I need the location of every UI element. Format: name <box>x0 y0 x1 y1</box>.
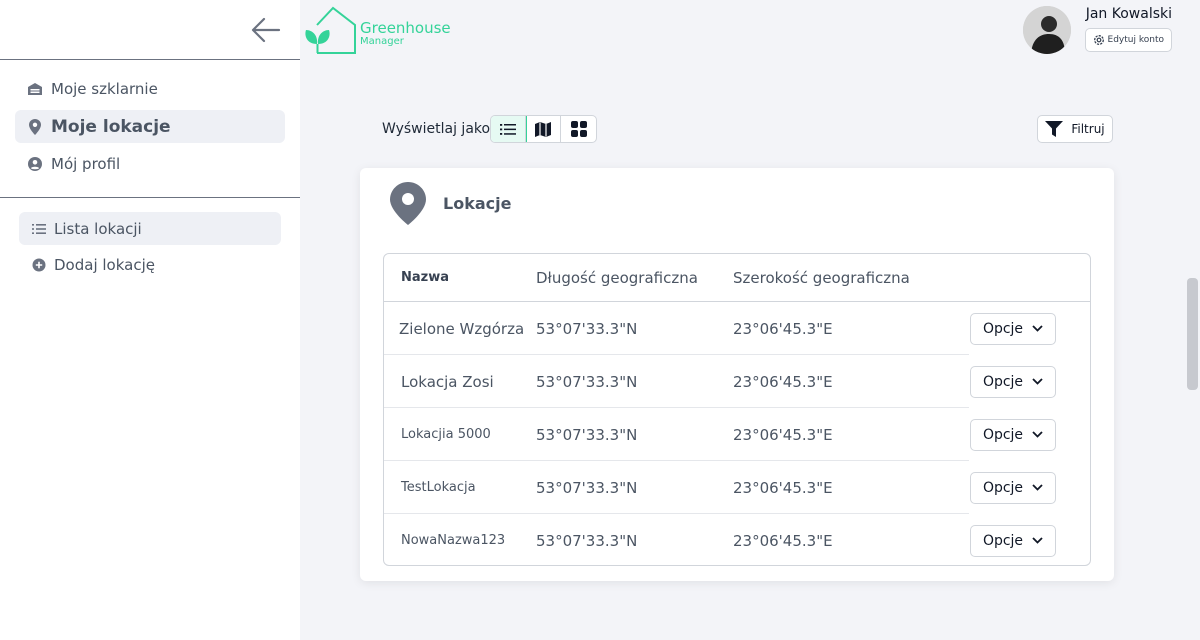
cell-latitude: 23°06'45.3"E <box>733 372 833 391</box>
locations-table: Nazwa Długość geograficzna Szerokość geo… <box>383 253 1091 566</box>
nav-item-label: Moje lokacje <box>51 116 171 137</box>
nav-item-locations[interactable]: Moje lokacje <box>15 110 285 143</box>
cell-name: TestLokacja <box>401 480 476 495</box>
options-dropdown[interactable]: Opcje <box>970 418 1056 451</box>
user-name: Jan Kowalski <box>1085 6 1172 22</box>
list-view-button[interactable] <box>491 116 527 142</box>
sub-nav: Lista lokacji Dodaj lokację <box>0 198 300 281</box>
chevron-down-icon <box>1032 378 1043 385</box>
cell-longitude: 53°07'33.3"N <box>536 372 638 391</box>
table-row: Lokacja Zosi 53°07'33.3"N 23°06'45.3"E O… <box>384 355 1090 408</box>
map-pin-icon <box>390 182 426 225</box>
cell-latitude: 23°06'45.3"E <box>733 531 833 550</box>
sidebar-header <box>0 0 300 60</box>
chevron-down-icon <box>1032 537 1043 544</box>
list-icon <box>500 123 516 135</box>
chevron-down-icon <box>1032 325 1043 332</box>
options-dropdown[interactable]: Opcje <box>970 312 1056 345</box>
options-label: Opcje <box>982 532 1024 549</box>
main-nav: Moje szklarnie Moje lokacje Mój profil <box>0 60 300 198</box>
cell-longitude: 53°07'33.3"N <box>536 425 638 444</box>
options-dropdown[interactable]: Opcje <box>970 471 1056 504</box>
user-panel: Jan Kowalski Edytuj konto <box>1022 6 1172 54</box>
map-icon <box>535 121 551 137</box>
subnav-item-location-list[interactable]: Lista lokacji <box>19 212 281 245</box>
page-scrollbar[interactable] <box>1186 0 1200 640</box>
avatar[interactable] <box>1022 6 1071 54</box>
cell-longitude: 53°07'33.3"N <box>536 319 638 338</box>
edit-account-button[interactable]: Edytuj konto <box>1084 28 1172 52</box>
warehouse-icon <box>27 81 43 97</box>
column-header-latitude: Szerokość geograficzna <box>733 268 910 287</box>
filter-button[interactable]: Filtruj <box>1037 115 1113 143</box>
nav-item-greenhouses[interactable]: Moje szklarnie <box>15 72 285 106</box>
scrollbar-thumb[interactable] <box>1187 278 1198 390</box>
cell-name: Lokacja Zosi <box>401 372 494 391</box>
cell-name: Lokacjia 5000 <box>401 427 491 442</box>
map-pin-icon <box>27 118 43 135</box>
subnav-item-label: Dodaj lokację <box>54 255 155 274</box>
table-row: NowaNazwa123 53°07'33.3"N 23°06'45.3"E O… <box>384 514 1090 565</box>
user-info: Jan Kowalski Edytuj konto <box>1084 6 1172 52</box>
subnav-item-add-location[interactable]: Dodaj lokację <box>19 248 281 281</box>
list-icon <box>31 221 47 237</box>
arrow-left-icon <box>251 17 281 43</box>
options-label: Opcje <box>982 426 1024 443</box>
logo-subtitle: Manager <box>360 36 404 47</box>
user-circle-icon <box>27 156 43 172</box>
map-view-button[interactable] <box>526 116 561 142</box>
edit-account-label: Edytuj konto <box>1107 35 1164 45</box>
card-title: Lokacje <box>443 194 512 213</box>
app-logo[interactable]: Greenhouse Manager <box>303 6 451 54</box>
column-header-name: Nazwa <box>401 270 450 285</box>
table-row: TestLokacja 53°07'33.3"N 23°06'45.3"E Op… <box>384 461 1090 514</box>
plus-circle-icon <box>31 257 47 273</box>
grid-view-button[interactable] <box>561 116 596 142</box>
back-button[interactable] <box>248 12 284 48</box>
filter-icon <box>1045 121 1064 137</box>
options-label: Opcje <box>982 373 1024 390</box>
view-toggle <box>490 115 597 143</box>
filter-label: Filtruj <box>1071 122 1105 136</box>
options-dropdown[interactable]: Opcje <box>970 524 1056 557</box>
cell-longitude: 53°07'33.3"N <box>536 531 638 550</box>
locations-card: Lokacje Nazwa Długość geograficzna Szero… <box>360 168 1114 581</box>
cell-longitude: 53°07'33.3"N <box>536 478 638 497</box>
table-header: Nazwa Długość geograficzna Szerokość geo… <box>384 254 1090 302</box>
chevron-down-icon <box>1032 484 1043 491</box>
table-row: Zielone Wzgórza 53°07'33.3"N 23°06'45.3"… <box>384 302 1090 355</box>
subnav-item-label: Lista lokacji <box>54 219 142 238</box>
gear-icon <box>1093 34 1105 46</box>
options-label: Opcje <box>982 479 1024 496</box>
greenhouse-logo-icon <box>305 6 356 54</box>
cell-latitude: 23°06'45.3"E <box>733 319 833 338</box>
nav-item-label: Mój profil <box>51 155 121 173</box>
options-dropdown[interactable]: Opcje <box>970 365 1056 398</box>
logo-title: Greenhouse <box>360 19 451 37</box>
display-as-label: Wyświetlaj jako <box>382 121 491 137</box>
options-label: Opcje <box>982 320 1024 337</box>
nav-item-label: Moje szklarnie <box>51 80 158 98</box>
cell-latitude: 23°06'45.3"E <box>733 425 833 444</box>
grid-icon <box>570 121 587 137</box>
card-header: Lokacje <box>390 182 511 225</box>
chevron-down-icon <box>1032 431 1043 438</box>
cell-name: NowaNazwa123 <box>401 533 506 548</box>
logo-text: Greenhouse Manager <box>360 20 451 48</box>
column-header-longitude: Długość geograficzna <box>536 268 698 287</box>
nav-item-profile[interactable]: Mój profil <box>15 147 285 181</box>
cell-name: Zielone Wzgórza <box>399 319 525 338</box>
sidebar: Moje szklarnie Moje lokacje Mój profil L… <box>0 0 300 640</box>
cell-latitude: 23°06'45.3"E <box>733 478 833 497</box>
table-row: Lokacjia 5000 53°07'33.3"N 23°06'45.3"E … <box>384 408 1090 461</box>
